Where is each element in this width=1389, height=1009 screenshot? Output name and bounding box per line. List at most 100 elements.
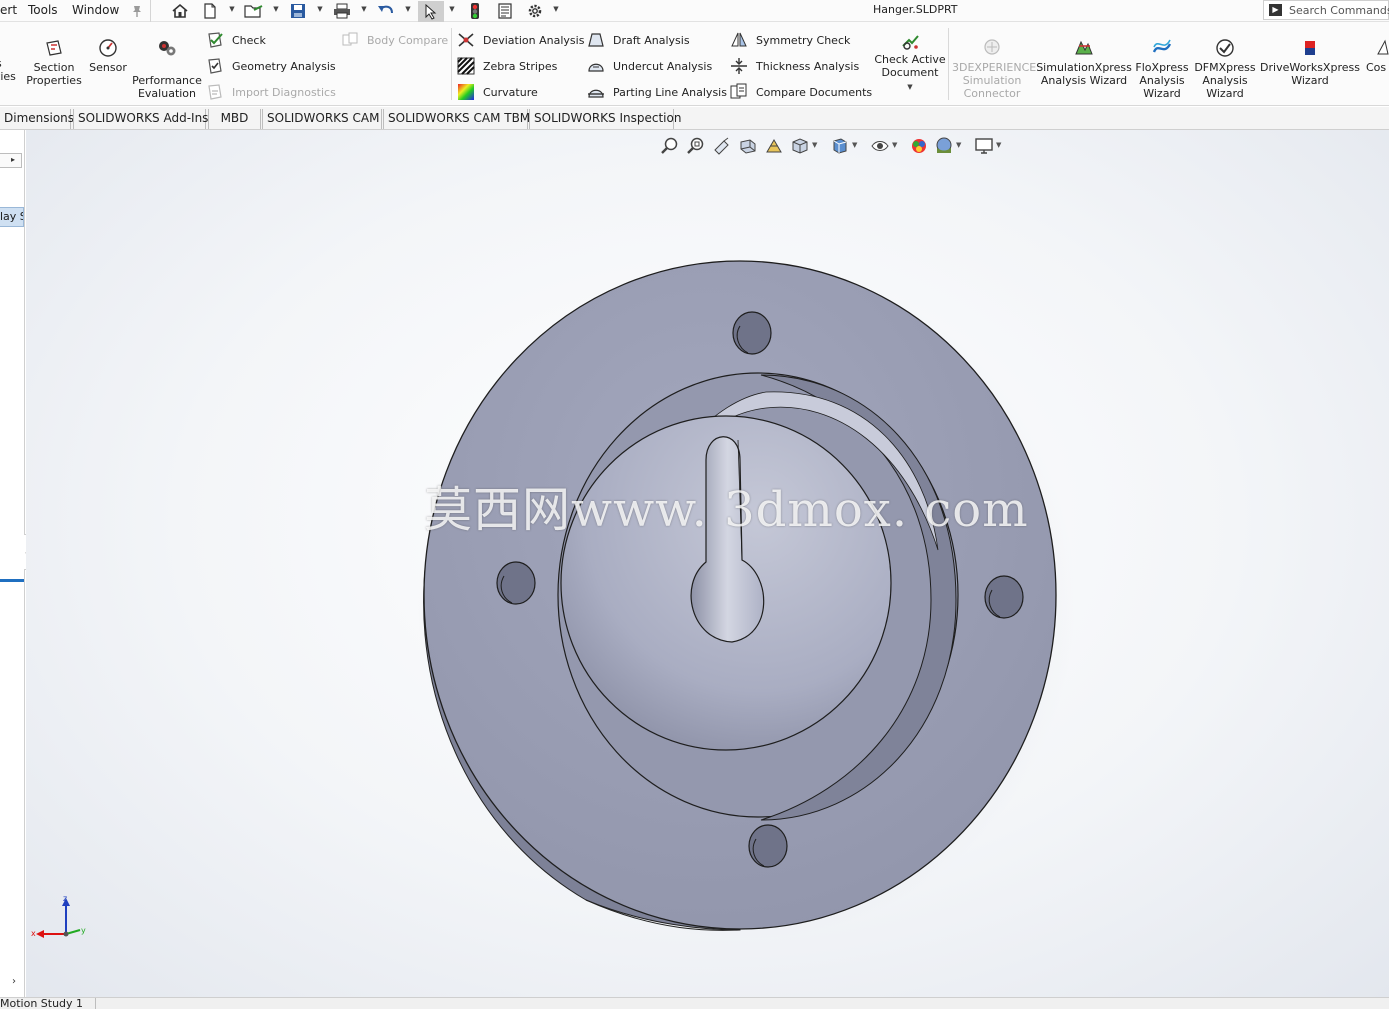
panel-expand-button[interactable]: ▸ [0,153,22,168]
section-properties-label-2: Properties [26,74,82,87]
menu-insert[interactable]: ert [0,3,17,17]
section-properties-icon [43,38,65,58]
dfmxpress-analysis-wizard-button[interactable]: DFMXpress Analysis Wizard [1194,38,1256,100]
sensor-button[interactable]: Sensor [86,38,130,74]
draft-analysis-label: Draft Analysis [613,33,690,47]
costing-button-partial[interactable]: Cos [1366,38,1389,74]
check-active-dropdown-icon[interactable]: ▼ [907,83,912,91]
symmetry-check-button[interactable]: Symmetry Check [730,30,850,50]
curvature-icon [457,83,475,101]
sensor-label: Sensor [89,61,127,74]
open-dropdown-icon[interactable]: ▼ [272,5,280,15]
import-diagnostics-label: Import Diagnostics [232,85,336,99]
select-dropdown-icon[interactable]: ▼ [448,5,456,15]
compare-documents-icon [730,83,748,101]
deviation-analysis-button[interactable]: Deviation Analysis [457,30,584,50]
performance-label-2: Evaluation [137,87,197,100]
curvature-label: Curvature [483,85,538,99]
zebra-stripes-button[interactable]: Zebra Stripes [457,56,557,76]
display-states-tab[interactable]: lay S [0,207,24,227]
triad-x-label: x [31,929,36,938]
thickness-analysis-icon [730,57,748,75]
driveworksxpress-wizard-button[interactable]: DriveWorksXpress Wizard [1260,38,1360,87]
floxpress-label-3: Wizard [1143,87,1181,100]
geometry-analysis-button[interactable]: Geometry Analysis [206,56,336,76]
tab-mbd[interactable]: MBD [208,109,261,129]
watermark-text: 莫西网www. 3dmox. com [424,482,1029,538]
performance-evaluation-icon [156,38,178,58]
check-active-document-button[interactable]: Check Active Document ▼ [872,32,948,94]
pin-icon[interactable] [127,1,147,20]
options-dropdown-icon[interactable]: ▼ [552,5,560,15]
hanger-part-model[interactable] [26,130,1389,997]
geometry-analysis-label: Geometry Analysis [232,59,336,73]
search-commands-input[interactable]: ▶ Search Commands [1263,0,1389,20]
tab-solidworks-inspection[interactable]: SOLIDWORKS Inspection [529,109,681,129]
new-dropdown-icon[interactable]: ▼ [228,5,236,15]
ribbon-divider-2 [948,28,949,100]
new-document-icon[interactable] [200,1,220,20]
mounting-hole-right [984,575,1024,619]
open-folder-icon[interactable] [244,1,264,20]
rebuild-traffic-light-icon[interactable] [465,1,485,20]
check-active-document-label-1: Check Active [874,53,946,66]
section-properties-label-1: Section [33,61,75,74]
file-properties-icon[interactable] [495,1,515,20]
performance-evaluation-button[interactable]: Performance Evaluation [132,38,202,100]
save-icon[interactable] [288,1,308,20]
3dexperience-simulation-connector-button[interactable]: 3DEXPERIENCE Simulation Connector [952,38,1036,100]
tab-dimensions[interactable]: Dimensions [0,109,74,129]
print-dropdown-icon[interactable]: ▼ [360,5,368,15]
menu-window[interactable]: Window [72,3,119,17]
partial-label-2: ties [0,70,16,83]
graphics-area[interactable]: ▼ ▼ ▼ ▼ ▼ 莫西网www. 3dmox. com z x y [26,130,1389,997]
thickness-analysis-button[interactable]: Thickness Analysis [730,56,859,76]
tab-solidworks-cam-tbm[interactable]: SOLIDWORKS CAM TBM [383,109,530,129]
check-icon [206,31,224,49]
section-properties-button[interactable]: Section Properties [26,38,82,87]
undercut-analysis-icon [587,57,605,75]
compare-documents-button[interactable]: Compare Documents [730,82,872,102]
options-gear-icon[interactable] [525,1,545,20]
print-icon[interactable] [332,1,352,20]
command-manager-ribbon: s ties Section Properties Sensor Perform… [0,22,1389,106]
driveworksxpress-label-1: DriveWorksXpress [1260,61,1360,74]
simulationxpress-analysis-wizard-button[interactable]: SimulationXpress Analysis Wizard [1036,38,1132,87]
panel-scroll-arrow-icon[interactable]: › [12,976,16,987]
bottom-tabs-bar: Motion Study 1 [0,997,1389,1009]
tab-solidworks-cam[interactable]: SOLIDWORKS CAM [262,109,382,129]
check-active-document-icon [899,32,921,52]
costing-label-partial: Cos [1366,61,1387,74]
tab-motion-study-1[interactable]: Motion Study 1 [0,998,96,1009]
undo-dropdown-icon[interactable]: ▼ [404,5,412,15]
undo-icon[interactable] [376,1,396,20]
triad-z-label: z [63,894,68,903]
menu-tools[interactable]: Tools [28,3,58,17]
draft-analysis-icon [587,31,605,49]
tab-solidworks-add-ins[interactable]: SOLIDWORKS Add-Ins [73,109,208,129]
curvature-button[interactable]: Curvature [457,82,538,102]
floxpress-icon [1151,38,1173,58]
body-compare-button[interactable]: Body Compare [341,30,448,50]
simulationxpress-label-2: Analysis Wizard [1040,74,1128,87]
compare-documents-label: Compare Documents [756,85,873,99]
draft-analysis-button[interactable]: Draft Analysis [587,30,690,50]
mounting-hole-top [732,311,772,355]
check-button[interactable]: Check [206,30,266,50]
undercut-analysis-button[interactable]: Undercut Analysis [587,56,712,76]
home-icon[interactable] [170,1,190,20]
deviation-analysis-icon [457,31,475,49]
driveworksxpress-icon [1299,38,1321,58]
save-dropdown-icon[interactable]: ▼ [316,5,324,15]
zebra-stripes-label: Zebra Stripes [483,59,558,73]
parting-line-analysis-button[interactable]: Parting Line Analysis [587,82,727,102]
undercut-analysis-label: Undercut Analysis [613,59,713,73]
floxpress-analysis-wizard-button[interactable]: FloXpress Analysis Wizard [1133,38,1191,100]
select-cursor-icon[interactable] [418,1,444,22]
experience-connector-label-1: 3DEXPERIENCE [952,61,1037,74]
sensor-gauge-icon [97,38,119,58]
import-diagnostics-button[interactable]: Import Diagnostics [206,82,336,102]
document-title: Hanger.SLDPRT [873,3,958,16]
panel-highlight-bar [0,579,24,582]
mass-properties-button-partial[interactable]: s ties [0,57,22,83]
